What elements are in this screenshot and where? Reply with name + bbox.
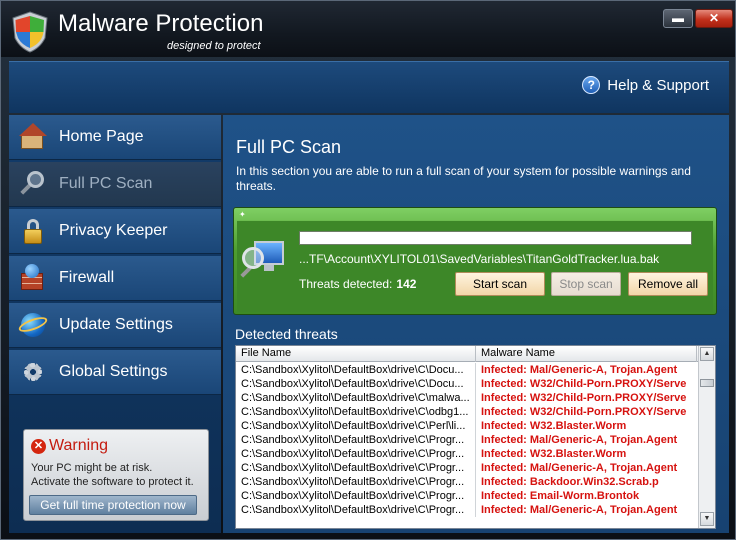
get-protection-button[interactable]: Get full time protection now (29, 495, 197, 515)
warning-box: ✕ Warning Your PC might be at risk. Acti… (23, 429, 209, 521)
table-body: C:\Sandbox\Xylitol\DefaultBox\drive\C\Do… (236, 363, 697, 517)
file-name-cell: C:\Sandbox\Xylitol\DefaultBox\drive\C\Pr… (236, 447, 476, 461)
table-row[interactable]: C:\Sandbox\Xylitol\DefaultBox\drive\C\ma… (236, 391, 697, 405)
page-title: Full PC Scan (236, 137, 342, 157)
close-button[interactable]: ✕ (695, 9, 733, 28)
file-name-cell: C:\Sandbox\Xylitol\DefaultBox\drive\C\Pr… (236, 503, 476, 517)
magnifier-icon (19, 170, 47, 198)
padlock-icon (19, 217, 47, 245)
threats-table[interactable]: File Name Malware Name C:\Sandbox\Xylito… (235, 345, 716, 529)
app-subtitle: designed to protect (167, 40, 261, 52)
table-row[interactable]: C:\Sandbox\Xylitol\DefaultBox\drive\C\Pr… (236, 503, 697, 517)
sidebar-item-label: Home Page (59, 128, 144, 145)
sidebar-item-label: Firewall (59, 269, 115, 286)
sidebar-item-full-pc-scan[interactable]: Full PC Scan (9, 162, 221, 207)
malware-name-cell: Infected: W32/Child-Porn.PROXY/Serve (481, 378, 687, 390)
table-row[interactable]: C:\Sandbox\Xylitol\DefaultBox\drive\C\Pr… (236, 461, 697, 475)
gear-icon (19, 358, 47, 386)
scan-inner: ...TF\Account\XYLITOL01\SavedVariables\T… (237, 220, 713, 312)
file-name-cell: C:\Sandbox\Xylitol\DefaultBox\drive\C\Pr… (236, 489, 476, 503)
current-scan-path: ...TF\Account\XYLITOL01\SavedVariables\T… (299, 252, 660, 266)
threats-count: 142 (396, 277, 417, 291)
sidebar-item-home-page[interactable]: Home Page (9, 115, 221, 160)
help-label: Help & Support (607, 76, 709, 94)
sidebar-item-privacy-keeper[interactable]: Privacy Keeper (9, 209, 221, 254)
house-icon (19, 123, 47, 151)
firewall-icon (19, 264, 47, 292)
title-bar[interactable]: Malware Protection designed to protect ▬… (1, 1, 735, 57)
file-name-cell: C:\Sandbox\Xylitol\DefaultBox\drive\C\Pe… (236, 419, 476, 433)
main-panel: Full PC Scan In this section you are abl… (223, 115, 729, 533)
malware-name-cell: Infected: Mal/Generic-A, Trojan.Agent (481, 462, 678, 474)
malware-name-cell: Infected: Backdoor.Win32.Scrab.p (481, 476, 659, 488)
sidebar-item-update-settings[interactable]: Update Settings (9, 303, 221, 348)
minimize-button[interactable]: ▬ (663, 9, 693, 28)
file-name-cell: C:\Sandbox\Xylitol\DefaultBox\drive\C\Do… (236, 377, 476, 391)
scroll-thumb[interactable] (700, 379, 714, 387)
table-row[interactable]: C:\Sandbox\Xylitol\DefaultBox\drive\C\Pr… (236, 475, 697, 489)
shield-logo-icon (12, 11, 48, 53)
scan-monitor-icon (240, 237, 286, 281)
file-name-cell: C:\Sandbox\Xylitol\DefaultBox\drive\C\Pr… (236, 433, 476, 447)
column-header-malware-name[interactable]: Malware Name (476, 346, 697, 362)
file-name-cell: C:\Sandbox\Xylitol\DefaultBox\drive\C\Pr… (236, 475, 476, 489)
warning-text-line-1: Your PC might be at risk. (31, 462, 153, 474)
help-support-link[interactable]: ? Help & Support (582, 76, 709, 94)
malware-name-cell: Infected: Email-Worm.Brontok (481, 490, 640, 502)
sidebar-item-label: Global Settings (59, 363, 168, 380)
threats-detected: Threats detected: 142 (299, 277, 417, 291)
table-row[interactable]: C:\Sandbox\Xylitol\DefaultBox\drive\C\Do… (236, 377, 697, 391)
table-row[interactable]: C:\Sandbox\Xylitol\DefaultBox\drive\C\Do… (236, 363, 697, 377)
malware-name-cell: Infected: W32/Child-Porn.PROXY/Serve (481, 406, 687, 418)
sidebar-item-firewall[interactable]: Firewall (9, 256, 221, 301)
sidebar-item-label: Full PC Scan (59, 175, 153, 192)
table-scrollbar[interactable]: ▲ ▼ (698, 346, 715, 528)
malware-name-cell: Infected: Mal/Generic-A, Trojan.Agent (481, 434, 678, 446)
malware-name-cell: Infected: W32.Blaster.Worm (481, 420, 627, 432)
file-name-cell: C:\Sandbox\Xylitol\DefaultBox\drive\C\Pr… (236, 461, 476, 475)
help-icon: ? (582, 76, 601, 94)
table-row[interactable]: C:\Sandbox\Xylitol\DefaultBox\drive\C\Pe… (236, 419, 697, 433)
error-icon: ✕ (31, 438, 46, 454)
table-row[interactable]: C:\Sandbox\Xylitol\DefaultBox\drive\C\od… (236, 405, 697, 419)
start-scan-button[interactable]: Start scan (455, 272, 545, 296)
column-header-file-name[interactable]: File Name (236, 346, 476, 362)
sidebar-item-global-settings[interactable]: Global Settings (9, 350, 221, 395)
table-row[interactable]: C:\Sandbox\Xylitol\DefaultBox\drive\C\Pr… (236, 433, 697, 447)
app-title: Malware Protection (58, 10, 264, 37)
scroll-up-icon[interactable]: ▲ (700, 347, 714, 361)
table-row[interactable]: C:\Sandbox\Xylitol\DefaultBox\drive\C\Pr… (236, 489, 697, 503)
table-header: File Name Malware Name (236, 346, 715, 362)
app-window: Malware Protection designed to protect ▬… (0, 0, 736, 540)
sidebar: Home Page Full PC Scan Privacy Keeper Fi… (9, 115, 221, 533)
stop-scan-button[interactable]: Stop scan (551, 272, 621, 296)
pin-icon: ✦ (239, 210, 246, 219)
detected-threats-title: Detected threats (235, 326, 338, 342)
scan-panel: ✦ ...TF\Account\XYLITOL01\SavedVariables… (233, 207, 717, 315)
table-row[interactable]: C:\Sandbox\Xylitol\DefaultBox\drive\C\Pr… (236, 447, 697, 461)
malware-name-cell: Infected: W32/Child-Porn.PROXY/Serve (481, 392, 687, 404)
malware-name-cell: Infected: Mal/Generic-A, Trojan.Agent (481, 504, 678, 516)
file-name-cell: C:\Sandbox\Xylitol\DefaultBox\drive\C\od… (236, 405, 476, 419)
header-bar: ? Help & Support (9, 61, 729, 113)
remove-all-button[interactable]: Remove all (628, 272, 708, 296)
page-description: In this section you are able to run a fu… (236, 164, 691, 193)
sidebar-item-label: Update Settings (59, 316, 173, 333)
scan-progress-bar (299, 231, 692, 245)
warning-title: ✕ Warning (31, 437, 108, 455)
malware-name-cell: Infected: Mal/Generic-A, Trojan.Agent (481, 364, 678, 376)
globe-update-icon (17, 311, 49, 339)
warning-text-line-2: Activate the software to protect it. (31, 476, 194, 488)
scroll-down-icon[interactable]: ▼ (700, 512, 714, 526)
malware-name-cell: Infected: W32.Blaster.Worm (481, 448, 627, 460)
file-name-cell: C:\Sandbox\Xylitol\DefaultBox\drive\C\Do… (236, 363, 476, 377)
sidebar-item-label: Privacy Keeper (59, 222, 168, 239)
file-name-cell: C:\Sandbox\Xylitol\DefaultBox\drive\C\ma… (236, 391, 476, 405)
